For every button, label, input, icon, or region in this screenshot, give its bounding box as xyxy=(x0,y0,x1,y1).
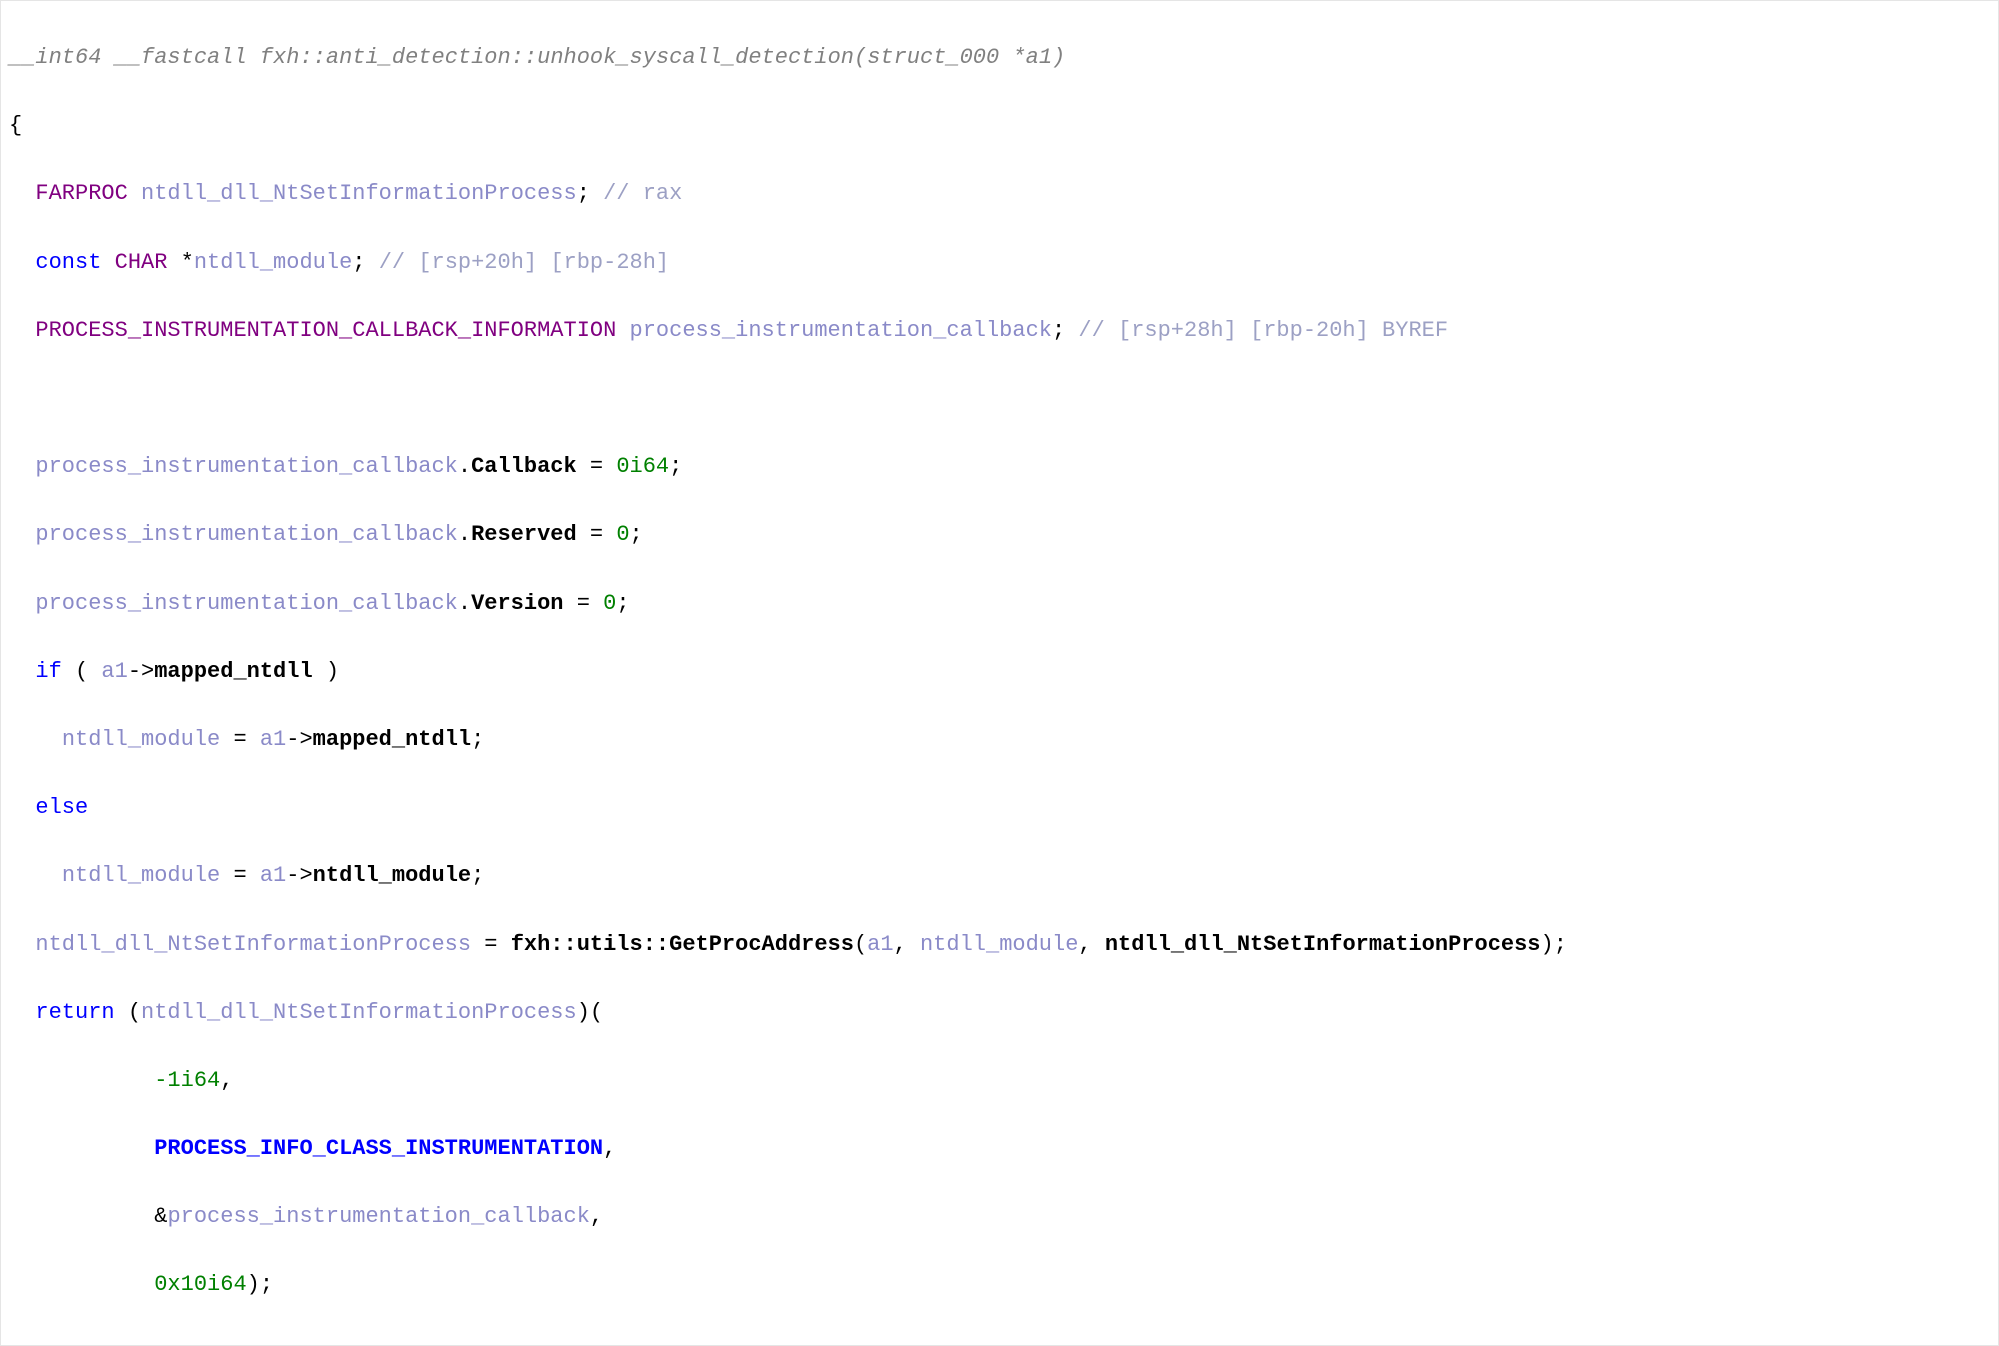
decl-line-3: PROCESS_INSTRUMENTATION_CALLBACK_INFORMA… xyxy=(9,314,1990,348)
return-arg1: -1i64, xyxy=(9,1064,1990,1098)
if-line: if ( a1->mapped_ntdll ) xyxy=(9,655,1990,689)
else-body-line: ntdll_module = a1->ntdll_module; xyxy=(9,859,1990,893)
else-line: else xyxy=(9,791,1990,825)
return-line: return (ntdll_dll_NtSetInformationProces… xyxy=(9,996,1990,1030)
brace-open: { xyxy=(9,109,1990,143)
decl-line-2: const CHAR *ntdll_module; // [rsp+20h] [… xyxy=(9,246,1990,280)
stmt-callback: process_instrumentation_callback.Callbac… xyxy=(9,450,1990,484)
stmt-version: process_instrumentation_callback.Version… xyxy=(9,587,1990,621)
decl-line-1: FARPROC ntdll_dll_NtSetInformationProces… xyxy=(9,177,1990,211)
blank-line xyxy=(9,382,1990,416)
return-arg4: 0x10i64); xyxy=(9,1268,1990,1302)
signature-line: __int64 __fastcall fxh::anti_detection::… xyxy=(9,41,1990,75)
return-arg2: PROCESS_INFO_CLASS_INSTRUMENTATION, xyxy=(9,1132,1990,1166)
getprocaddress-line: ntdll_dll_NtSetInformationProcess = fxh:… xyxy=(9,928,1990,962)
decompiled-code-block: __int64 __fastcall fxh::anti_detection::… xyxy=(0,0,1999,1346)
stmt-reserved: process_instrumentation_callback.Reserve… xyxy=(9,518,1990,552)
then-line: ntdll_module = a1->mapped_ntdll; xyxy=(9,723,1990,757)
return-arg3: &process_instrumentation_callback, xyxy=(9,1200,1990,1234)
